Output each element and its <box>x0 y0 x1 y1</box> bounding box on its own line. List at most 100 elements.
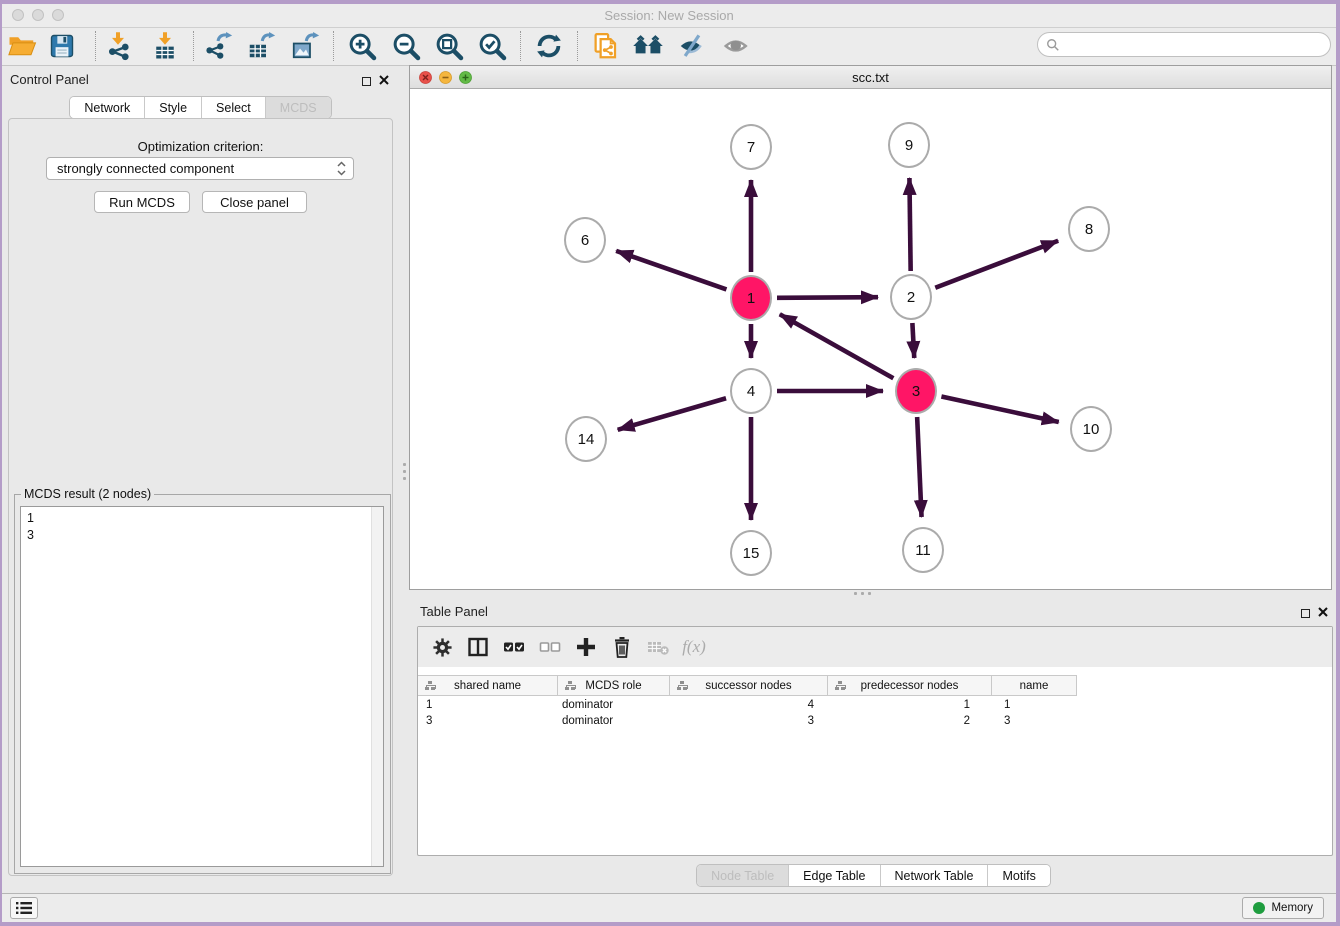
graph-edge[interactable] <box>618 398 726 430</box>
column-header-predecessor-nodes[interactable]: predecessor nodes <box>828 675 992 696</box>
horizontal-splitter[interactable] <box>854 590 880 596</box>
close-panel-button[interactable]: Close panel <box>202 191 307 213</box>
tab-motifs[interactable]: Motifs <box>987 865 1049 886</box>
export-table-icon[interactable] <box>244 29 278 63</box>
run-mcds-button[interactable]: Run MCDS <box>94 191 190 213</box>
tab-style[interactable]: Style <box>144 97 201 118</box>
search-input[interactable] <box>1064 34 1330 56</box>
toolbar-separator <box>520 31 521 61</box>
graph-node-9[interactable]: 9 <box>888 122 930 168</box>
split-view-icon[interactable] <box>460 630 496 664</box>
float-table-panel-icon[interactable] <box>1301 609 1310 618</box>
vertical-splitter[interactable] <box>401 463 407 489</box>
graph-edge[interactable] <box>917 417 921 517</box>
graph-node-10[interactable]: 10 <box>1070 406 1112 452</box>
export-network-icon[interactable] <box>201 29 235 63</box>
tab-mcds[interactable]: MCDS <box>265 97 331 118</box>
graph-edge[interactable] <box>909 178 910 271</box>
graph-node-2[interactable]: 2 <box>890 274 932 320</box>
graph-edges-layer <box>410 89 1331 589</box>
tab-network-table[interactable]: Network Table <box>880 865 988 886</box>
graph-node-7[interactable]: 7 <box>730 124 772 170</box>
graph-edge[interactable] <box>912 323 914 358</box>
graph-edge[interactable] <box>777 297 878 298</box>
control-panel: Control Panel NetworkStyleSelectMCDS Opt… <box>2 65 399 893</box>
tab-edge-table[interactable]: Edge Table <box>788 865 879 886</box>
show-all-icon[interactable] <box>720 29 754 63</box>
zoom-in-icon[interactable] <box>345 29 379 63</box>
graph-node-14[interactable]: 14 <box>565 416 607 462</box>
hierarchy-icon <box>835 681 846 691</box>
table-cell: 1 <box>828 697 992 713</box>
deselect-all-icon[interactable] <box>532 630 568 664</box>
result-scrollbar[interactable] <box>371 507 383 866</box>
graph-node-1[interactable]: 1 <box>730 275 772 321</box>
table-cell: 3 <box>418 713 558 729</box>
add-column-icon[interactable] <box>568 630 604 664</box>
export-image-icon[interactable] <box>288 29 322 63</box>
table-cell: 3 <box>670 713 828 729</box>
tab-select[interactable]: Select <box>201 97 265 118</box>
table-row[interactable]: 1dominator411 <box>418 697 1077 713</box>
zoom-fit-icon[interactable] <box>432 29 466 63</box>
graph-node-4[interactable]: 4 <box>730 368 772 414</box>
node-table-container: f(x) shared nameMCDS rolesuccessor nodes… <box>417 626 1333 856</box>
mcds-result-text: 1 3 <box>21 507 372 866</box>
tab-network[interactable]: Network <box>70 97 144 118</box>
refresh-icon[interactable] <box>532 29 566 63</box>
table-toolbar: f(x) <box>418 627 1332 667</box>
graph-edge[interactable] <box>780 314 894 378</box>
table-cell: 1 <box>418 697 558 713</box>
graph-edge[interactable] <box>616 251 726 290</box>
network-titlebar: scc.txt <box>410 66 1331 89</box>
graph-node-6[interactable]: 6 <box>564 217 606 263</box>
memory-button[interactable]: Memory <box>1242 897 1324 919</box>
delete-column-icon[interactable] <box>604 630 640 664</box>
graph-edge[interactable] <box>935 241 1058 288</box>
mcds-result-group: MCDS result (2 nodes) 1 3 <box>14 494 391 874</box>
hide-selected-icon[interactable] <box>675 29 709 63</box>
graph-node-15[interactable]: 15 <box>730 530 772 576</box>
delete-table-icon[interactable] <box>640 630 676 664</box>
menu-list-icon[interactable] <box>10 897 38 919</box>
close-table-panel-icon[interactable] <box>1318 604 1328 622</box>
open-session-icon[interactable] <box>5 29 39 63</box>
criterion-value: strongly connected component <box>57 161 234 176</box>
dropdown-stepper-icon <box>337 161 346 176</box>
toolbar-separator <box>333 31 334 61</box>
tab-node-table[interactable]: Node Table <box>697 865 788 886</box>
graph-edge[interactable] <box>941 397 1058 422</box>
app-window: Session: New Session <box>2 4 1336 922</box>
import-network-icon[interactable] <box>101 29 135 63</box>
settings-icon[interactable] <box>424 630 460 664</box>
network-canvas[interactable]: 7 9 6 8 1 2 4 3 14 10 15 11 <box>410 89 1331 589</box>
close-panel-icon[interactable] <box>379 72 389 90</box>
toolbar-separator <box>95 31 96 61</box>
table-cell: 4 <box>670 697 828 713</box>
criterion-dropdown[interactable]: strongly connected component <box>46 157 354 180</box>
graph-node-8[interactable]: 8 <box>1068 206 1110 252</box>
copy-view-icon[interactable] <box>588 29 622 63</box>
zoom-selected-icon[interactable] <box>475 29 509 63</box>
home-view-icon[interactable] <box>631 29 665 63</box>
graph-node-3[interactable]: 3 <box>895 368 937 414</box>
status-bar: Memory <box>2 893 1336 922</box>
table-row[interactable]: 3dominator323 <box>418 713 1077 729</box>
column-header-name[interactable]: name <box>992 675 1077 696</box>
table-panel: Table Panel <box>409 597 1338 893</box>
graph-node-11[interactable]: 11 <box>902 527 944 573</box>
import-table-icon[interactable] <box>148 29 182 63</box>
column-header-successor-nodes[interactable]: successor nodes <box>670 675 828 696</box>
save-session-icon[interactable] <box>45 29 79 63</box>
float-panel-icon[interactable] <box>362 77 371 86</box>
title-bar: Session: New Session <box>2 4 1336 28</box>
memory-status-icon <box>1253 902 1265 914</box>
select-all-icon[interactable] <box>496 630 532 664</box>
memory-label: Memory <box>1271 902 1313 914</box>
zoom-out-icon[interactable] <box>389 29 423 63</box>
column-header-MCDS-role[interactable]: MCDS role <box>558 675 670 696</box>
toolbar-separator <box>577 31 578 61</box>
mcds-result-legend: MCDS result (2 nodes) <box>21 487 154 501</box>
column-header-shared-name[interactable]: shared name <box>418 675 558 696</box>
table-tabs: Node TableEdge TableNetwork TableMotifs <box>409 864 1338 887</box>
